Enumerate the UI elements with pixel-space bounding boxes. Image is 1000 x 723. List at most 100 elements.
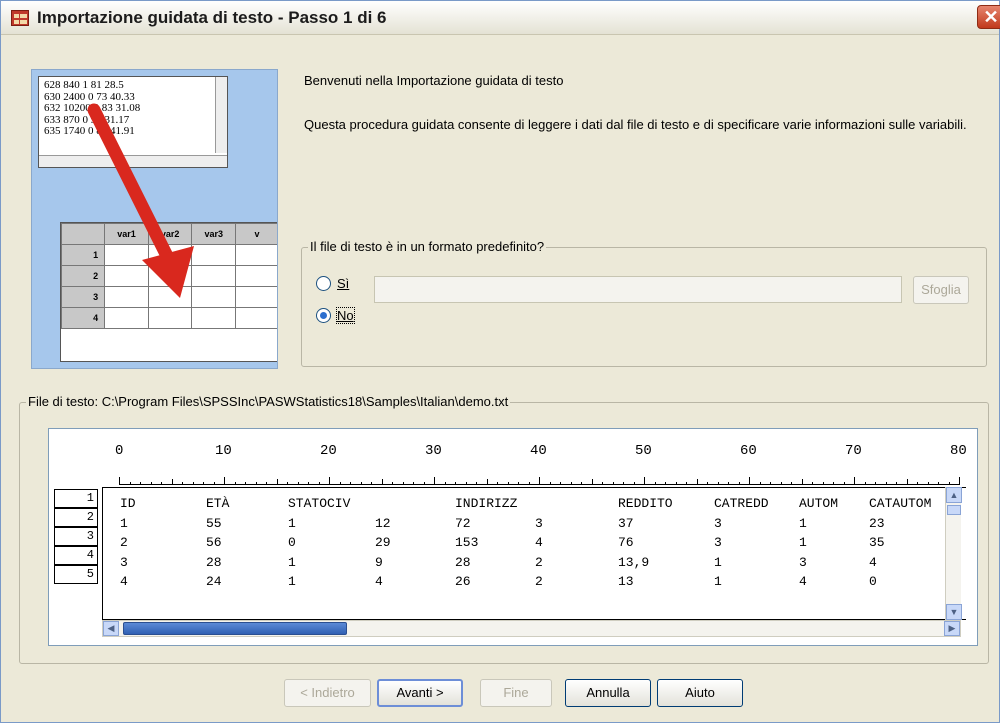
ruler-tick — [245, 482, 246, 485]
ruler-tick — [623, 482, 624, 485]
ruler-tick — [675, 482, 677, 485]
preview-cell: ID — [120, 496, 136, 511]
scroll-down-icon[interactable]: ▼ — [946, 604, 962, 620]
preview-text-area[interactable]: ID ETÀ STATOCIV INDIRIZZ REDDITO CATREDD AUTOM… — [102, 487, 966, 620]
ruler-tick — [497, 482, 498, 485]
ruler-tick — [465, 482, 467, 485]
preview-cell: 153 — [455, 535, 479, 550]
preview-cell: 3 — [120, 554, 128, 570]
preview-cell: 76 — [618, 535, 634, 550]
preview-cell: 4 — [535, 535, 543, 550]
wizard-window: Importazione guidata di testo - Passo 1 … — [0, 0, 1000, 723]
ruler-tick — [906, 479, 908, 485]
preview-cell: 1 — [714, 554, 722, 570]
preview-row-numbers: 1 2 3 4 5 — [54, 489, 98, 619]
radio-no[interactable]: No — [316, 307, 355, 324]
next-button[interactable]: Avanti > — [377, 679, 463, 707]
ruler-tick — [171, 479, 173, 485]
preview-cell: ETÀ — [206, 496, 230, 511]
preview-cell: 1 — [288, 574, 296, 589]
help-button[interactable]: Aiuto — [657, 679, 743, 707]
ruler-tick — [476, 482, 477, 485]
preview-cell: CATREDD — [714, 496, 769, 511]
preview-cell: 4 — [799, 574, 807, 589]
ruler-tick — [854, 477, 855, 485]
ruler-tick — [360, 482, 362, 485]
preview-cell: 9 — [375, 554, 383, 570]
ruler-tick — [917, 482, 918, 485]
predefined-format-group: Il file di testo è in un formato predefi… — [301, 239, 987, 367]
ruler-tick — [455, 482, 456, 485]
vertical-scroll-thumb[interactable] — [947, 505, 961, 515]
ruler-tick — [381, 479, 383, 485]
preview-cell: 37 — [618, 515, 634, 531]
scroll-up-icon[interactable]: ▲ — [946, 487, 962, 503]
radio-no-circle[interactable] — [316, 308, 331, 323]
ruler-tick — [644, 477, 645, 485]
cancel-button[interactable]: Annulla — [565, 679, 651, 707]
ruler-tick — [350, 482, 351, 485]
ruler-tick — [507, 482, 509, 485]
ruler-number: 10 — [215, 443, 232, 459]
ruler-tick — [959, 477, 960, 485]
radio-yes-circle[interactable] — [316, 276, 331, 291]
ruler-tick — [402, 482, 404, 485]
radio-yes[interactable]: Sì — [316, 276, 349, 291]
horizontal-scroll-thumb[interactable] — [123, 622, 347, 635]
preview-vertical-scrollbar[interactable]: ▲ ▼ — [945, 487, 962, 620]
ruler-tick — [938, 482, 939, 485]
ruler-tick — [581, 482, 582, 485]
ruler-tick — [518, 482, 519, 485]
ruler-number: 60 — [740, 443, 757, 459]
ruler-number: 30 — [425, 443, 442, 459]
scroll-left-icon[interactable]: ◀ — [103, 621, 119, 636]
predefined-format-legend: Il file di testo è in un formato predefi… — [308, 239, 547, 254]
ruler-tick — [528, 482, 530, 485]
ruler-tick — [654, 482, 656, 485]
preview-cell: STATOCIV — [288, 496, 351, 511]
preview-horizontal-scrollbar[interactable]: ◀ ▶ — [102, 620, 961, 637]
preview-cell: 2 — [120, 535, 128, 550]
preview-row-number: 1 — [54, 489, 98, 508]
ruler-number: 70 — [845, 443, 862, 459]
preview-cell: 1 — [714, 574, 722, 589]
table-icon — [11, 10, 29, 26]
ruler-tick — [150, 482, 152, 485]
ruler-tick — [707, 482, 708, 485]
close-icon[interactable]: ✕ — [977, 5, 1000, 29]
preview-cell: 3 — [535, 515, 543, 531]
preview-cell: 1 — [288, 515, 296, 531]
ruler-tick — [161, 482, 162, 485]
preview-cell: 3 — [714, 535, 722, 550]
ruler-tick — [486, 479, 488, 485]
back-button[interactable]: < Indietro — [284, 679, 371, 707]
ruler-tick — [833, 482, 834, 485]
ruler-tick — [686, 482, 687, 485]
ruler-tick — [738, 482, 740, 485]
ruler-tick — [129, 482, 131, 485]
ruler-tick — [329, 477, 330, 485]
preview-cell: 23 — [869, 515, 885, 531]
ruler-tick — [696, 479, 698, 485]
ruler-tick — [602, 482, 603, 485]
radio-no-label[interactable]: No — [336, 307, 355, 324]
preview-row-number: 3 — [54, 527, 98, 546]
window-title: Importazione guidata di testo - Passo 1 … — [37, 8, 387, 27]
ruler-tick — [612, 482, 614, 485]
preview-row-number: 4 — [54, 546, 98, 565]
finish-button[interactable]: Fine — [480, 679, 552, 707]
ruler-tick — [665, 482, 666, 485]
ruler-tick — [812, 482, 813, 485]
scroll-right-icon[interactable]: ▶ — [944, 621, 960, 636]
browse-button[interactable]: Sfoglia — [913, 276, 969, 304]
ruler-tick — [927, 482, 929, 485]
ruler-tick — [255, 482, 257, 485]
ruler-tick — [182, 482, 183, 485]
preview-cell: 2 — [535, 574, 543, 589]
ruler-tick — [801, 479, 803, 485]
radio-yes-label[interactable]: Sì — [337, 276, 349, 291]
preview-cell: 3 — [799, 554, 807, 570]
preview-cell: 28 — [455, 554, 471, 570]
preview-cell: 12 — [375, 515, 391, 531]
preview-cell: 24 — [206, 574, 222, 589]
